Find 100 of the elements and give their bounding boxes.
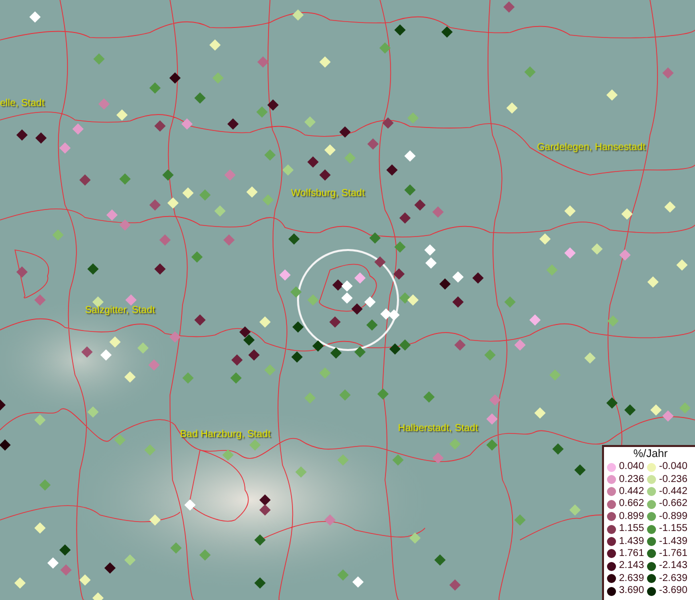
data-point-marker bbox=[339, 126, 351, 138]
data-point-marker bbox=[182, 187, 194, 199]
data-point-marker bbox=[423, 391, 435, 403]
data-point-marker bbox=[137, 342, 149, 354]
data-point-marker bbox=[282, 164, 294, 176]
legend-value: 3.690 bbox=[619, 585, 644, 598]
legend-value: -0.442 bbox=[659, 486, 688, 498]
data-point-marker bbox=[249, 439, 261, 451]
data-point-marker bbox=[662, 410, 674, 422]
data-point-marker bbox=[39, 479, 51, 491]
data-point-marker bbox=[367, 138, 379, 150]
data-point-marker bbox=[194, 314, 206, 326]
place-label: Halberstadt, Stadt bbox=[398, 423, 478, 435]
data-point-marker bbox=[290, 286, 302, 298]
legend-value: 2.639 bbox=[619, 572, 644, 585]
data-point-marker bbox=[262, 194, 274, 206]
legend-title: %/Jahr bbox=[632, 448, 669, 461]
data-point-marker bbox=[351, 303, 363, 315]
data-point-marker bbox=[199, 549, 211, 561]
data-point-marker bbox=[307, 156, 319, 168]
data-point-marker bbox=[243, 334, 255, 346]
data-point-marker bbox=[125, 294, 137, 306]
data-point-marker bbox=[224, 169, 236, 181]
legend-value: 1.439 bbox=[619, 536, 644, 548]
data-point-marker bbox=[191, 251, 203, 263]
data-point-marker bbox=[441, 26, 453, 38]
data-point-marker bbox=[248, 349, 260, 361]
data-point-marker bbox=[259, 504, 271, 516]
data-point-marker bbox=[124, 371, 136, 383]
data-point-marker bbox=[291, 351, 303, 363]
data-point-marker bbox=[254, 534, 266, 546]
data-point-marker bbox=[664, 201, 676, 213]
data-point-marker bbox=[312, 340, 324, 352]
data-point-marker bbox=[452, 271, 464, 283]
data-point-marker bbox=[624, 404, 636, 416]
data-point-marker bbox=[319, 367, 331, 379]
data-point-marker bbox=[564, 205, 576, 217]
data-point-marker bbox=[264, 149, 276, 161]
data-point-marker bbox=[231, 354, 243, 366]
data-point-marker bbox=[34, 294, 46, 306]
data-point-marker bbox=[256, 106, 268, 118]
data-point-marker bbox=[259, 316, 271, 328]
data-point-marker bbox=[167, 197, 179, 209]
data-point-marker bbox=[503, 1, 515, 13]
data-point-marker bbox=[569, 504, 581, 516]
data-point-marker bbox=[324, 144, 336, 156]
data-point-marker bbox=[292, 9, 304, 21]
data-point-marker bbox=[184, 499, 196, 511]
data-point-marker bbox=[124, 554, 136, 566]
data-point-marker bbox=[337, 454, 349, 466]
place-label: elle, Stadt bbox=[0, 98, 44, 110]
data-point-marker bbox=[506, 102, 518, 114]
data-point-marker bbox=[154, 120, 166, 132]
data-point-marker bbox=[288, 233, 300, 245]
data-point-marker bbox=[409, 532, 421, 544]
data-point-marker bbox=[552, 443, 564, 455]
data-point-marker bbox=[119, 219, 131, 231]
data-point-marker bbox=[364, 296, 376, 308]
data-point-marker bbox=[194, 92, 206, 104]
data-point-marker bbox=[295, 466, 307, 478]
data-point-marker bbox=[676, 259, 688, 271]
legend-value: 2.143 bbox=[619, 560, 644, 572]
data-point-marker bbox=[399, 212, 411, 224]
data-point-marker bbox=[539, 233, 551, 245]
data-point-marker bbox=[607, 315, 619, 327]
data-point-marker bbox=[267, 99, 279, 111]
legend-value: 0.662 bbox=[619, 498, 644, 510]
data-point-marker bbox=[212, 72, 224, 84]
legend-value: 0.899 bbox=[619, 510, 644, 523]
data-point-marker bbox=[484, 349, 496, 361]
data-point-marker bbox=[380, 308, 392, 320]
data-point-marker bbox=[93, 53, 105, 65]
data-point-marker bbox=[304, 116, 316, 128]
data-point-marker bbox=[354, 272, 366, 284]
data-point-marker bbox=[449, 579, 461, 591]
data-point-marker bbox=[621, 208, 633, 220]
data-point-marker bbox=[319, 169, 331, 181]
data-point-marker bbox=[432, 206, 444, 218]
data-point-marker bbox=[92, 592, 104, 600]
data-point-marker bbox=[239, 326, 251, 338]
legend-value: -1.761 bbox=[659, 548, 688, 560]
data-point-marker bbox=[619, 249, 631, 261]
data-point-marker bbox=[399, 292, 411, 304]
legend-value: -2.143 bbox=[659, 560, 688, 572]
data-point-marker bbox=[14, 577, 26, 589]
data-point-marker bbox=[16, 129, 28, 141]
data-point-marker bbox=[382, 117, 394, 129]
data-point-marker bbox=[514, 339, 526, 351]
data-point-marker bbox=[307, 294, 319, 306]
legend-value: -0.236 bbox=[659, 474, 688, 486]
data-point-marker bbox=[341, 280, 353, 292]
legend-value: 1.155 bbox=[619, 523, 644, 536]
legend-value: -0.899 bbox=[659, 510, 688, 523]
data-point-marker bbox=[34, 414, 46, 426]
data-point-marker bbox=[584, 352, 596, 364]
data-point-marker bbox=[109, 336, 121, 348]
data-point-marker bbox=[259, 494, 271, 506]
data-point-marker bbox=[0, 439, 11, 451]
legend-value: -3.690 bbox=[659, 585, 688, 598]
data-point-marker bbox=[377, 388, 389, 400]
